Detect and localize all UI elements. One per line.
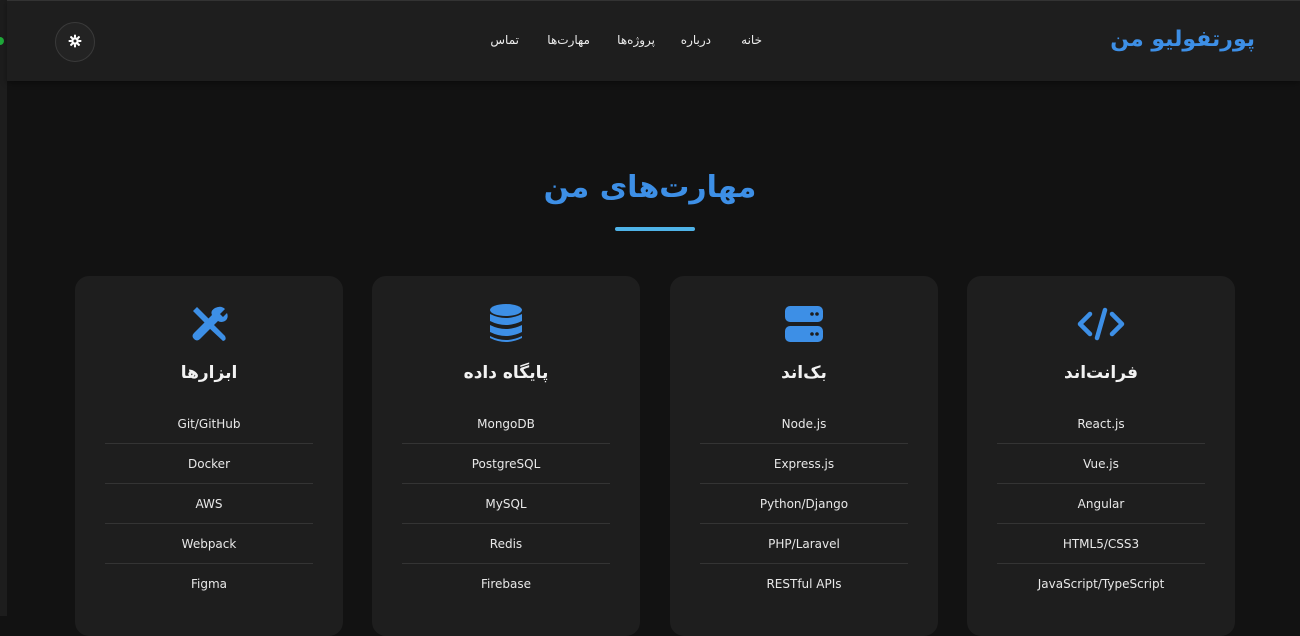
skill-item: PostgreSQL bbox=[402, 444, 610, 484]
gear-icon bbox=[68, 33, 82, 52]
tools-icon bbox=[75, 303, 343, 345]
card-title: فرانت‌اند bbox=[1064, 363, 1138, 383]
site-header: پورتفولیو من خانه درباره پروژه‌ها مهارت‌… bbox=[7, 0, 1300, 81]
skill-item: Git/GitHub bbox=[105, 404, 313, 444]
skill-item: PHP/Laravel bbox=[700, 524, 908, 564]
code-icon bbox=[967, 303, 1235, 345]
skill-item: Python/Django bbox=[700, 484, 908, 524]
skill-list: MongoDB PostgreSQL MySQL Redis Firebase bbox=[402, 404, 610, 604]
skill-item: Node.js bbox=[700, 404, 908, 444]
nav-link-home[interactable]: خانه bbox=[741, 33, 762, 47]
skill-list: Git/GitHub Docker AWS Webpack Figma bbox=[105, 404, 313, 604]
skill-item: Express.js bbox=[700, 444, 908, 484]
theme-toggle-button[interactable] bbox=[55, 22, 95, 62]
card-title: ابزارها bbox=[180, 363, 238, 383]
skill-list: React.js Vue.js Angular HTML5/CSS3 JavaS… bbox=[997, 404, 1205, 604]
section-title: مهارت‌های من bbox=[543, 170, 757, 205]
skill-item: Angular bbox=[997, 484, 1205, 524]
skill-item: Redis bbox=[402, 524, 610, 564]
skill-list: Node.js Express.js Python/Django PHP/Lar… bbox=[700, 404, 908, 604]
skill-item: Firebase bbox=[480, 577, 532, 591]
skill-item: MySQL bbox=[402, 484, 610, 524]
skill-item: JavaScript/TypeScript bbox=[1037, 577, 1165, 591]
nav-link-skills[interactable]: مهارت‌ها bbox=[547, 33, 590, 47]
skill-card-tools: ابزارها Git/GitHub Docker AWS Webpack Fi… bbox=[75, 276, 343, 636]
card-title: پایگاه داده bbox=[463, 363, 549, 383]
skill-card-database: پایگاه داده MongoDB PostgreSQL MySQL Red… bbox=[372, 276, 640, 636]
skill-item: React.js bbox=[997, 404, 1205, 444]
database-icon bbox=[372, 303, 640, 345]
skill-item: Figma bbox=[190, 577, 228, 591]
title-underline bbox=[615, 227, 695, 231]
skill-item: HTML5/CSS3 bbox=[997, 524, 1205, 564]
skill-item: AWS bbox=[105, 484, 313, 524]
skill-item: RESTful APIs bbox=[766, 577, 842, 591]
skill-item: Vue.js bbox=[997, 444, 1205, 484]
skill-item: Docker bbox=[105, 444, 313, 484]
skill-card-backend: بک‌اند Node.js Express.js Python/Django … bbox=[670, 276, 938, 636]
main-nav: خانه درباره پروژه‌ها مهارت‌ها تماس bbox=[7, 33, 1300, 53]
card-title: بک‌اند bbox=[781, 363, 827, 383]
skill-item: Webpack bbox=[105, 524, 313, 564]
nav-link-contact[interactable]: تماس bbox=[490, 33, 519, 47]
server-icon bbox=[670, 303, 938, 345]
nav-link-about[interactable]: درباره bbox=[681, 33, 711, 47]
skill-card-frontend: فرانت‌اند React.js Vue.js Angular HTML5/… bbox=[967, 276, 1235, 636]
left-edge-strip bbox=[0, 0, 7, 616]
nav-link-projects[interactable]: پروژه‌ها bbox=[617, 33, 655, 47]
skill-item: MongoDB bbox=[402, 404, 610, 444]
